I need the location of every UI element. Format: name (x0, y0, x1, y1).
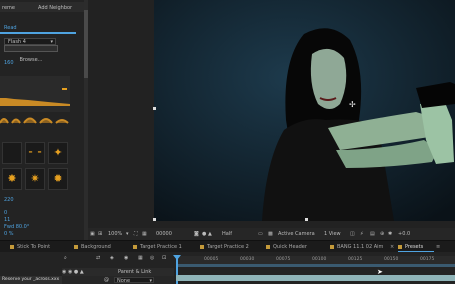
comp-mini-flowchart-icon[interactable]: ⇄ (96, 255, 100, 261)
timeline-icon[interactable]: ▤ (370, 231, 375, 237)
effects-panel: reme Add Neighbor Read Flash 4 ▾ Browse.… (0, 0, 84, 240)
motion-blur-icon[interactable]: ◎ (150, 255, 154, 261)
envelope-row (0, 112, 70, 126)
graph-editor-icon[interactable]: ⊡ (162, 255, 166, 261)
layer-handle-bottom[interactable] (305, 218, 308, 221)
waveform-marker (62, 88, 67, 90)
preset-grid: ⁃ ⁃ ✦ ✸ ✷ ✹ (2, 142, 68, 194)
ruler-tick: 00150 (384, 257, 399, 262)
section-label: Read (4, 25, 17, 31)
preset-thumb-6[interactable]: ✹ (48, 168, 68, 190)
tab-add-neighbor[interactable]: Add Neighbor (38, 5, 72, 11)
tab-menu-icon[interactable]: ≡ (436, 244, 440, 250)
flare-dots-icon: ⁃ ⁃ (27, 146, 43, 159)
list-value-2[interactable]: 11 (4, 217, 10, 223)
preset-thumb-3[interactable]: ✦ (48, 142, 68, 164)
close-tab-icon[interactable]: × (390, 244, 394, 250)
tab-quick-header[interactable]: Quick Header (266, 244, 307, 250)
search-layers-icon[interactable]: ⌕ (64, 255, 67, 261)
view-layout-select[interactable]: 1 View (324, 231, 341, 237)
toggle-transparency-icon[interactable]: ▩ (268, 231, 273, 237)
browse-button[interactable]: Browse... (4, 45, 58, 63)
roi-icon[interactable]: ▭ (258, 231, 263, 237)
flare-tri-icon: ✦ (53, 146, 63, 159)
layer-duration-bar[interactable] (176, 275, 455, 281)
tab-bang[interactable]: BANG 11.1 02 Aim (330, 244, 383, 250)
parent-pickwhip-icon[interactable]: @ (104, 277, 109, 283)
ruler-tick: 00175 (420, 257, 435, 262)
layer-handle-bottom-left[interactable] (153, 218, 156, 221)
region-icon[interactable]: ▣ (90, 231, 95, 237)
value-a[interactable]: 160 (4, 60, 14, 66)
browse-button-label: Browse... (19, 57, 43, 63)
grid-icon[interactable]: ⊞ (98, 231, 102, 237)
zoom-chevron-icon[interactable]: ▾ (126, 231, 129, 237)
zoom-level[interactable]: 100% (108, 231, 122, 237)
draft-3d-icon[interactable]: ◈ (110, 255, 114, 261)
ruler-tick: 00100 (312, 257, 327, 262)
preset-thumb-2[interactable]: ⁃ ⁃ (25, 142, 45, 164)
layer-row[interactable]: @ None ▾ (62, 276, 174, 284)
resolution-select[interactable]: Half (222, 231, 232, 237)
list-value-3[interactable]: Fwd 80.0° (4, 224, 29, 230)
flare-cross-icon: ✷ (30, 172, 40, 185)
list-value-4[interactable]: 0 % (4, 231, 14, 237)
flowchart-icon[interactable]: ⊕ (380, 231, 384, 237)
value-b[interactable]: 220 (4, 197, 14, 203)
ruler-tick: 00075 (276, 257, 291, 262)
tab-target-practice-1[interactable]: Target Practice 1 (133, 244, 182, 250)
show-snapshot-icon[interactable]: ▲ (208, 231, 212, 237)
ruler-tick: 00005 (204, 257, 219, 262)
tab-stick-to-point[interactable]: Stick To Point (10, 244, 50, 250)
parent-select[interactable]: None ▾ (114, 277, 154, 284)
preset-dropdown[interactable]: Flash 4 ▾ (4, 38, 56, 45)
status-bar: Reserve your _across.xxx (0, 276, 62, 284)
exposure-value[interactable]: +0.0 (398, 231, 410, 237)
color-icon[interactable]: ● (202, 231, 206, 237)
reset-exposure-icon[interactable]: ✱ (388, 231, 392, 237)
waveform-shape (0, 98, 70, 106)
ruler-tick: 00030 (240, 257, 255, 262)
pixel-aspect-icon[interactable]: ◫ (350, 231, 355, 237)
av-switches-icon[interactable]: ◉ ◉ ● ▲ (62, 269, 84, 275)
time-ruler[interactable]: 00005 00030 00075 00100 00125 00150 0017… (176, 256, 455, 264)
footage-image (154, 0, 455, 221)
parent-link-label: Parent & Link (118, 269, 152, 275)
timecode[interactable]: 00000 (156, 231, 172, 237)
panel-tabs: reme Add Neighbor (0, 2, 84, 12)
parent-chevron-icon: ▾ (149, 278, 152, 284)
preset-thumb-1[interactable] (2, 142, 22, 164)
tab-target-practice-2[interactable]: Target Practice 2 (200, 244, 249, 250)
ruler-tick: 00125 (348, 257, 363, 262)
transparency-icon[interactable]: ▦ (142, 231, 147, 237)
work-area-bar[interactable] (176, 264, 455, 267)
active-camera-select[interactable]: Active Camera (278, 231, 315, 237)
layer-header-row: ◉ ◉ ● ▲ Parent & Link (62, 268, 174, 276)
preset-thumb-4[interactable]: ✸ (2, 168, 22, 190)
waveform-svg (0, 88, 70, 106)
waveform-graph (0, 76, 70, 112)
layer-handle-left[interactable] (153, 107, 156, 110)
fit-icon[interactable]: ⛶ (134, 231, 138, 237)
envelope-svg (0, 117, 69, 124)
snapshot-icon[interactable]: ◙ (194, 231, 199, 237)
composition-frame[interactable]: ✢ (154, 0, 455, 221)
flare-burst-icon: ✹ (53, 172, 63, 185)
parent-value: None (117, 278, 131, 284)
flare-star-icon: ✸ (7, 172, 17, 185)
frame-blending-icon[interactable]: ▦ (138, 255, 143, 261)
panel-tab-underline (0, 32, 76, 34)
composition-viewer[interactable]: ✢ (88, 0, 455, 228)
mouse-cursor-icon: ➤ (377, 268, 383, 276)
tab-reme[interactable]: reme (2, 5, 15, 11)
list-value-1[interactable]: 0 (4, 210, 7, 216)
anchor-point-icon[interactable]: ✢ (349, 100, 356, 109)
preset-thumb-5[interactable]: ✷ (25, 168, 45, 190)
hide-shy-icon[interactable]: ◉ (124, 255, 128, 261)
tab-presets[interactable]: Presets (398, 244, 423, 250)
viewer-toolbar: ▣ ⊞ 100% ▾ ⛶ ▦ 00000 ◙ ● ▲ Half ▭ ▩ Acti… (88, 228, 455, 240)
fast-preview-icon[interactable]: ⚡ (360, 231, 364, 237)
tab-background[interactable]: Background (74, 244, 111, 250)
